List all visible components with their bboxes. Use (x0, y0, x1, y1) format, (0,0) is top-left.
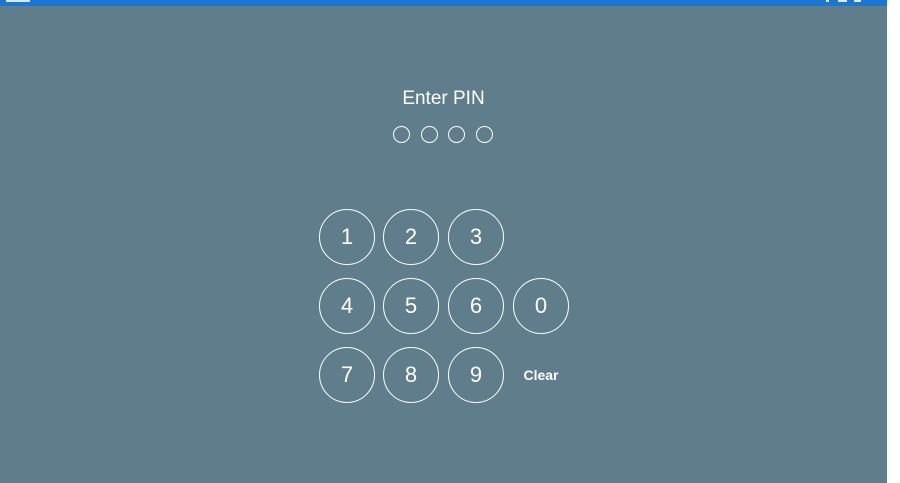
key-6-label: 6 (469, 293, 483, 318)
pin-dot-3 (448, 126, 465, 143)
status-time-indicator (6, 0, 30, 2)
key-8-label: 8 (404, 362, 418, 387)
key-4[interactable]: 4 (319, 278, 375, 334)
key-5[interactable]: 5 (383, 278, 439, 334)
pin-dot-4 (476, 126, 493, 143)
pin-dot-1 (393, 126, 410, 143)
key-7[interactable]: 7 (319, 347, 375, 403)
key-9[interactable]: 9 (448, 347, 504, 403)
key-8[interactable]: 8 (383, 347, 439, 403)
key-0-label: 0 (534, 293, 548, 318)
page-title: Enter PIN (402, 88, 485, 109)
key-1[interactable]: 1 (319, 209, 375, 265)
status-bar (0, 0, 887, 6)
key-5-label: 5 (404, 293, 418, 318)
wifi-icon (826, 0, 829, 2)
key-2-label: 2 (404, 224, 418, 249)
pin-dot-2 (421, 126, 438, 143)
key-0[interactable]: 0 (513, 278, 569, 334)
key-6[interactable]: 6 (448, 278, 504, 334)
clear-button[interactable]: Clear (513, 347, 569, 403)
key-4-label: 4 (340, 293, 354, 318)
battery-icon (854, 0, 861, 2)
pin-indicator (393, 126, 497, 146)
pin-entry-screen: Enter PIN 1 2 3 4 5 6 0 7 8 9 Clear (0, 0, 887, 483)
key-9-label: 9 (469, 362, 483, 387)
key-7-label: 7 (340, 362, 354, 387)
key-3[interactable]: 3 (448, 209, 504, 265)
key-2[interactable]: 2 (383, 209, 439, 265)
key-3-label: 3 (469, 224, 483, 249)
key-1-label: 1 (340, 224, 354, 249)
signal-icon (838, 0, 847, 2)
